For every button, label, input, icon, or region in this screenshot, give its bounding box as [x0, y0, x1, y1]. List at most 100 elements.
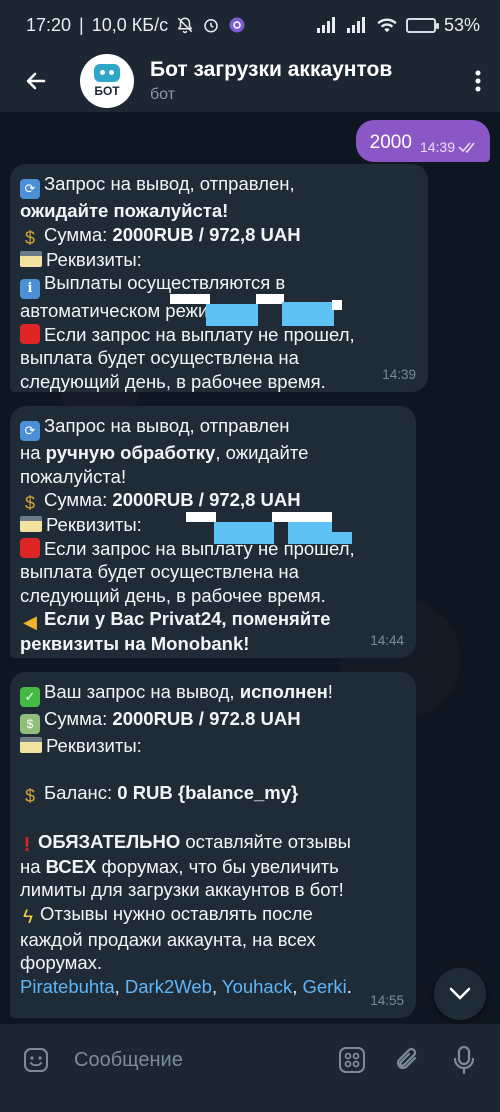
link-youhack[interactable]: Youhack — [222, 976, 292, 997]
credit-card-icon — [20, 250, 42, 267]
message-line: ! ОБЯЗАТЕЛЬНО оставляйте отзывы — [20, 830, 404, 855]
line-text: Ваш запрос на вывод, — [44, 681, 240, 702]
line-bold: 2000RUB / 972,8 UAH — [112, 223, 301, 245]
more-vertical-icon — [475, 70, 481, 92]
emoji-button[interactable] — [14, 1038, 58, 1082]
red-square-icon — [20, 537, 40, 558]
message-line: $ Сумма: 2000RUB / 972,8 UAH — [20, 488, 404, 513]
megaphone-icon: ◀ — [23, 612, 37, 632]
scroll-down-button[interactable] — [434, 968, 486, 1020]
line-text: Сумма: — [44, 223, 113, 245]
link-piratebuhta[interactable]: Piratebuhta — [20, 976, 115, 997]
status-time: 17:20 — [26, 14, 72, 35]
lightning-icon: ϟ — [22, 906, 34, 928]
link-gerki[interactable]: Gerki — [303, 976, 347, 997]
separator: , — [292, 975, 303, 997]
message-line: ϟ Отзывы нужно оставлять после — [20, 902, 404, 928]
status-separator: | — [79, 14, 84, 35]
attach-button[interactable] — [386, 1038, 430, 1082]
line-text: Сумма: — [44, 489, 113, 510]
avatar-label: БОТ — [94, 84, 120, 98]
message-line: Piratebuhta, Dark2Web, Youhack, Gerki. — [20, 975, 404, 999]
message-line: следующий день, в рабочее время. — [20, 370, 416, 394]
more-menu-button[interactable] — [456, 50, 500, 112]
line-text: Баланс: — [44, 782, 118, 803]
outgoing-message[interactable]: 2000 14:39 — [355, 120, 490, 162]
back-button[interactable] — [0, 50, 72, 112]
message-line: ✓ Ваш запрос на вывод, исполнен! — [20, 680, 404, 707]
redaction — [282, 302, 334, 326]
message-line: i Выплаты осуществляются в — [20, 271, 416, 299]
wifi-icon — [376, 17, 398, 33]
chat-title-block[interactable]: Бот загрузки аккаунтов бот — [150, 58, 456, 104]
line-text: лимиты для загрузки аккаунтов в бот! — [20, 879, 344, 900]
line-text: ! — [327, 681, 333, 702]
line-text: следующий день, в рабочее время. — [20, 584, 326, 606]
status-speed: 10,0 КБ/с — [91, 14, 169, 35]
robot-icon — [94, 64, 120, 82]
message-line: ⟳ Запрос на вывод, отправлен — [20, 414, 404, 441]
line-text: Реквизиты: — [46, 514, 142, 535]
message-line: следующий день, в рабочее время. — [20, 584, 404, 608]
line-text: каждой продажи аккаунта, на всех — [20, 928, 316, 950]
arrow-left-icon — [26, 72, 46, 90]
money-bag-icon: $ — [24, 786, 35, 806]
redaction — [332, 300, 342, 310]
message-line: каждой продажи аккаунта, на всех — [20, 928, 404, 952]
chevron-down-icon — [449, 987, 471, 1000]
line-text: на — [20, 442, 46, 463]
bot-commands-button[interactable] — [330, 1038, 374, 1082]
system-nav-bar — [0, 1096, 500, 1112]
line-text: Выплаты осуществляются в — [44, 272, 286, 293]
battery-percent: 53% — [443, 14, 480, 35]
redaction — [330, 532, 352, 544]
status-right: 53% — [316, 15, 480, 36]
line-bold: ожидайте пожалуйста! — [20, 200, 229, 221]
message-line: ожидайте пожалуйста! — [20, 199, 416, 223]
line-text: на — [20, 855, 46, 877]
message-line: лимиты для загрузки аккаунтов в бот! — [20, 878, 404, 902]
money-bag-icon: $ — [24, 227, 35, 248]
redaction — [214, 522, 274, 544]
message-line: выплата будет осуществлена на — [20, 560, 404, 584]
redaction — [170, 294, 210, 304]
message-line — [20, 758, 404, 782]
line-bold: исполнен — [239, 681, 328, 702]
sticker-icon — [24, 1048, 48, 1072]
incoming-message[interactable]: ⟳ Запрос на вывод, отправлен, ожидайте по… — [10, 164, 428, 392]
grid-icon — [339, 1047, 365, 1073]
incoming-message[interactable]: ⟳ Запрос на вывод, отправлен на ручную об… — [10, 406, 416, 658]
avatar[interactable]: БОТ — [80, 54, 134, 108]
redaction — [272, 512, 332, 522]
line-bold: 0 RUB {balance_my} — [117, 782, 299, 803]
credit-card-icon — [20, 737, 42, 753]
message-meta: 14:39 — [420, 139, 478, 155]
chat-header: БОТ Бот загрузки аккаунтов бот — [0, 50, 500, 112]
info-icon: i — [20, 279, 40, 299]
line-text: Запрос на вывод, отправлен — [44, 415, 290, 436]
message-line: Реквизиты: — [20, 248, 416, 272]
chat-area[interactable]: 2000 14:39 ⟳ Запрос на вывод, отправлен, … — [0, 112, 500, 1024]
redaction — [288, 522, 332, 544]
money-bag-icon: $ — [24, 493, 35, 513]
voice-button[interactable] — [442, 1038, 486, 1082]
message-line: ⟳ Запрос на вывод, отправлен, — [20, 172, 416, 199]
line-bold: ручную обработку — [45, 442, 216, 463]
redaction — [186, 512, 216, 522]
chat-title: Бот загрузки аккаунтов — [150, 58, 393, 81]
message-line: Если запрос на выплату не прошел, — [20, 323, 416, 347]
message-input[interactable]: Сообщение — [74, 1049, 330, 1072]
line-text: , ожидайте — [215, 442, 309, 463]
double-check-icon — [458, 142, 475, 153]
viber-icon — [228, 16, 246, 34]
incoming-message[interactable]: ✓ Ваш запрос на вывод, исполнен! $ Сумма: … — [10, 672, 416, 1018]
line-text: Реквизиты: — [46, 735, 142, 756]
battery-icon — [405, 17, 439, 33]
message-line: Реквизиты: — [20, 734, 404, 758]
link-dark2web[interactable]: Dark2Web — [125, 976, 212, 997]
line-text: Сумма: — [44, 708, 113, 729]
red-square-icon — [20, 323, 40, 344]
message-line — [20, 806, 404, 830]
line-bold: Если у Вас Privat24, поменяйте — [44, 608, 331, 629]
signal-2-icon — [346, 17, 368, 33]
